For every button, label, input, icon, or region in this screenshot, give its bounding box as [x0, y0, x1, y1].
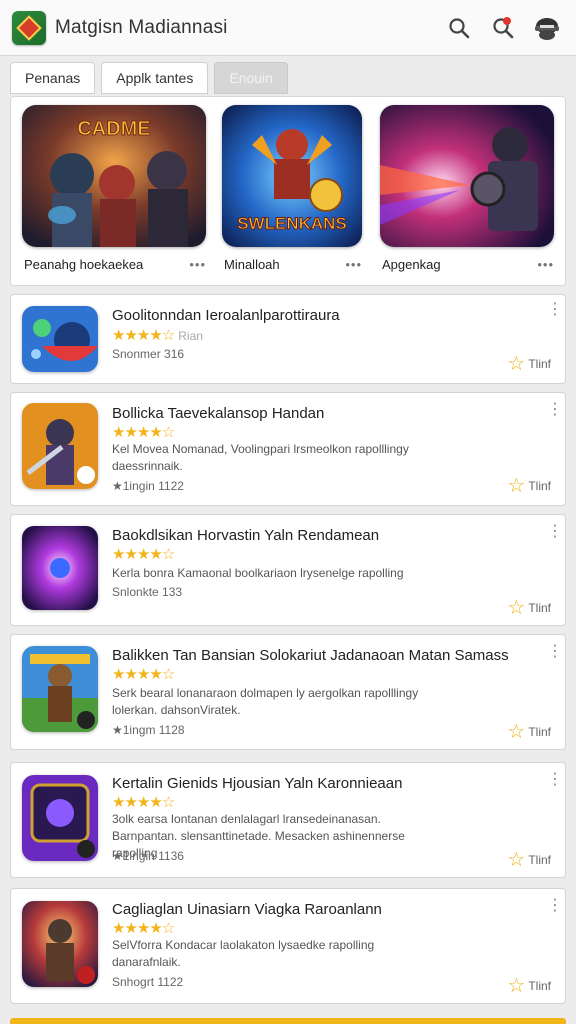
app-meta: Snlonkte 133 — [112, 585, 183, 599]
app-icon — [22, 526, 98, 610]
featured-art[interactable] — [380, 105, 554, 247]
featured-carousel: CADME Peanahg hoekaekea ••• SWLENKANS Mi… — [10, 96, 566, 286]
star-icon: ☆ — [507, 975, 526, 997]
star-icon: ☆ — [507, 353, 526, 375]
app-icon — [22, 403, 98, 489]
star-rating: ★★★★☆ — [112, 666, 175, 683]
avatar-icon[interactable] — [532, 13, 562, 43]
rating-badge: ☆ Tlinf — [507, 597, 551, 619]
more-options-icon[interactable]: ••• — [537, 257, 554, 272]
star-icon: ☆ — [507, 721, 526, 743]
app-description: SelVforra Kondacar laolakaton lysaedke r… — [112, 938, 375, 969]
app-title: Goolitonndan Ieroalanlparottiraura — [112, 307, 340, 324]
list-item[interactable]: Goolitonndan Ieroalanlparottiraura ★★★★☆… — [10, 294, 566, 384]
featured-card[interactable]: Apgenkag ••• — [380, 105, 566, 281]
featured-art[interactable]: SWLENKANS — [222, 105, 362, 247]
app-meta: Snhogrt 1122 — [112, 975, 184, 989]
featured-caption: Peanahg hoekaekea — [24, 257, 144, 272]
rating-badge: ☆ Tlinf — [507, 475, 551, 497]
bottom-accent-bar — [10, 1018, 566, 1024]
more-options-icon[interactable]: ⋮ — [547, 898, 563, 914]
rating-badge: ☆ Tlinf — [507, 353, 551, 375]
featured-caption: Minalloah — [224, 257, 280, 272]
app-title: Cagliaglan Uinasiarn Viagka Raroanlann — [112, 901, 382, 918]
app-meta: ★1ingin 1136 — [112, 849, 184, 863]
rating-badge: ☆ Tlinf — [507, 721, 551, 743]
app-title: Baokdlsikan Horvastin Yaln Rendamean — [112, 527, 380, 544]
more-options-icon[interactable]: ⋮ — [547, 524, 563, 540]
tab-applk-tantes[interactable]: Applk tantes — [101, 62, 209, 94]
app-icon — [22, 646, 98, 732]
more-options-icon[interactable]: ⋮ — [547, 644, 563, 660]
more-options-icon[interactable]: ••• — [189, 257, 206, 272]
tab-penanas[interactable]: Penanas — [10, 62, 96, 94]
list-item[interactable]: Balikken Tan Bansian Solokariut Jadanaoa… — [10, 634, 566, 750]
app-title: Bollicka Taevekalansop Handan — [112, 405, 325, 422]
list-item[interactable]: Baokdlsikan Horvastin Yaln Rendamean ★★★… — [10, 514, 566, 626]
app-icon — [22, 775, 98, 861]
star-rating: ★★★★☆ Rian — [112, 327, 203, 344]
app-logo-icon[interactable] — [12, 10, 46, 45]
featured-art-text: SWLENKANS — [237, 214, 347, 233]
list-item[interactable]: Kertalin Gienids Hjousian Yaln Karonniea… — [10, 762, 566, 878]
more-options-icon[interactable]: ⋮ — [547, 302, 563, 318]
featured-art-text: CADME — [77, 118, 150, 140]
category-tabs: Penanas Applk tantes Enouin — [10, 62, 288, 94]
app-title: Balikken Tan Bansian Solokariut Jadanaoa… — [112, 647, 509, 664]
star-rating: ★★★★☆ — [112, 424, 175, 441]
star-icon: ☆ — [507, 597, 526, 619]
rating-badge: ☆ Tlinf — [507, 975, 551, 997]
app-meta: ★1ingin 1122 — [112, 479, 184, 493]
list-item[interactable]: Bollicka Taevekalansop Handan ★★★★☆ Kel … — [10, 392, 566, 506]
rating-badge: ☆ Tlinf — [507, 849, 551, 871]
more-options-icon[interactable]: ⋮ — [547, 772, 563, 788]
more-options-icon[interactable]: ••• — [345, 257, 362, 272]
app-title: Matgisn Madiannasi — [55, 16, 228, 38]
star-rating: ★★★★☆ — [112, 546, 175, 563]
app-icon — [22, 306, 98, 372]
featured-card[interactable]: CADME Peanahg hoekaekea ••• — [22, 105, 208, 281]
featured-art[interactable]: CADME — [22, 105, 206, 247]
star-icon: ☆ — [507, 475, 526, 497]
star-rating: ★★★★☆ — [112, 794, 175, 811]
search-icon[interactable] — [444, 13, 474, 43]
search-alert-icon[interactable] — [488, 13, 518, 43]
app-meta: Snonmer 316 — [112, 347, 185, 361]
app-description: Kerla bonra Kamaonal boolkariaon lrysene… — [112, 566, 404, 580]
more-options-icon[interactable]: ⋮ — [547, 402, 563, 418]
app-meta: ★1ingm 1128 — [112, 723, 185, 737]
app-icon — [22, 901, 98, 987]
app-description: Serk bearal lonanaraon dolmapen ly aergo… — [112, 686, 419, 717]
top-app-bar: Matgisn Madiannasi — [0, 0, 576, 56]
star-rating: ★★★★☆ — [112, 920, 175, 937]
app-title: Kertalin Gienids Hjousian Yaln Karonniea… — [112, 775, 403, 792]
list-item[interactable]: Cagliaglan Uinasiarn Viagka Raroanlann ★… — [10, 888, 566, 1004]
star-icon: ☆ — [507, 849, 526, 871]
featured-caption: Apgenkag — [382, 257, 441, 272]
app-description: Kel Movea Nomanad, Voolingpari lrsmeolko… — [112, 442, 409, 473]
tab-enouin[interactable]: Enouin — [214, 62, 288, 94]
